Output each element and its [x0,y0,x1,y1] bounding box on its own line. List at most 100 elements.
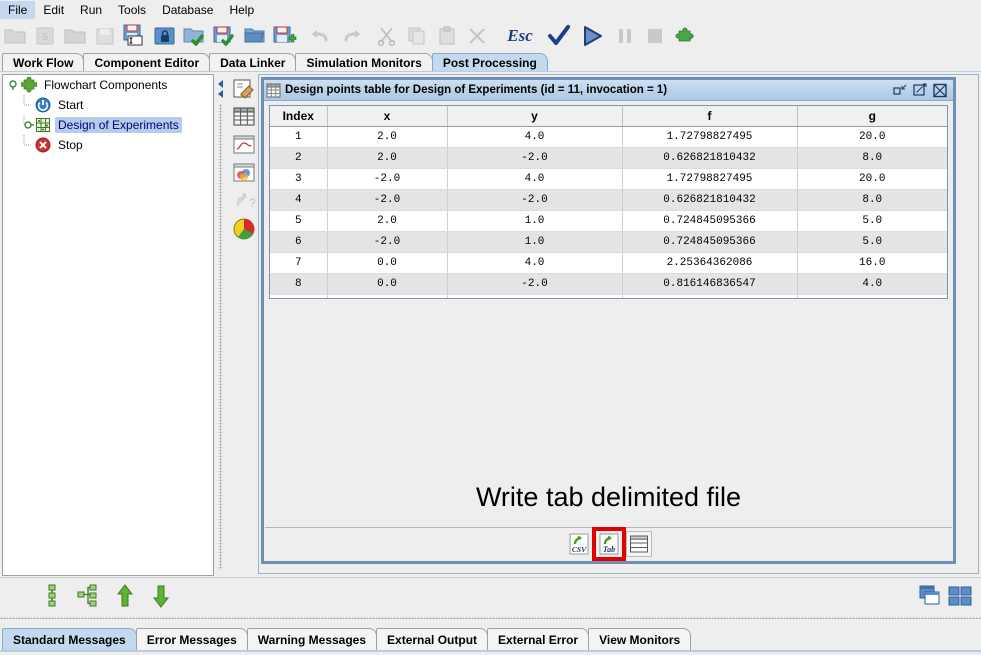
open-blue-folder-icon[interactable] [240,21,270,51]
check-icon[interactable] [542,21,576,51]
pie-chart-icon[interactable] [231,216,257,242]
application-window: File Edit Run Tools Database Help S Esc … [0,0,981,655]
tree-node-label: Design of Experiments [55,117,182,133]
color-chart-icon[interactable] [231,160,257,186]
tab-work-flow[interactable]: Work Flow [2,53,85,72]
tree-node-design-of-experiments[interactable]: Design of Experiments [3,115,213,135]
cell-x: -2.0 [327,168,448,190]
table-row[interactable]: 8 0.0 -2.0 0.816146836547 4.0 [270,273,947,295]
table-row[interactable]: 6 -2.0 1.0 0.724845095366 5.0 [270,231,947,253]
table-row[interactable]: 3 -2.0 4.0 1.72798827495 20.0 [270,168,947,190]
minimize-icon[interactable] [892,83,908,98]
tab-data-linker[interactable]: Data Linker [209,53,297,72]
table-row[interactable]: 2 2.0 -2.0 0.626821810432 8.0 [270,147,947,169]
paste-icon[interactable] [432,21,462,51]
tab-component-editor[interactable]: Component Editor [83,53,211,72]
tree-node-flowchart-components[interactable]: Flowchart Components [3,75,213,95]
write-csv-button[interactable]: CSV [566,531,592,557]
cell-x: 2.0 [327,126,448,148]
column-header-index[interactable]: Index [270,106,328,127]
cell-index: 3 [270,168,328,190]
write-tab-button[interactable]: Tab [591,527,626,561]
arrow-down-icon[interactable] [148,582,174,610]
menu-help[interactable]: Help [221,1,262,19]
delete-x-icon[interactable] [462,21,492,51]
table-row[interactable]: 5 2.0 1.0 0.724845095366 5.0 [270,210,947,232]
save-disk-icon[interactable] [90,21,120,51]
maximize-icon[interactable] [912,83,928,98]
undo-icon[interactable] [306,21,336,51]
column-header-y[interactable]: y [447,106,623,127]
divider-collapse-arrows-icon[interactable] [216,78,226,102]
menu-tools[interactable]: Tools [110,1,154,19]
menu-edit[interactable]: Edit [35,1,72,19]
node-chain-icon[interactable] [40,582,66,610]
cell-index: 1 [270,126,328,148]
save-rename-icon[interactable] [120,21,150,51]
tab-view-monitors[interactable]: View Monitors [588,628,692,650]
split-pane-divider[interactable] [214,74,228,574]
table-view-button[interactable] [625,531,652,557]
open-folder-icon[interactable] [60,21,90,51]
tab-external-error[interactable]: External Error [487,628,590,650]
bottom-toolbar [0,577,981,625]
cell-f: 0.724845095366 [622,210,798,232]
column-header-f[interactable]: f [622,106,798,127]
stop-icon[interactable] [640,21,670,51]
tab-external-output[interactable]: External Output [376,628,489,650]
table-row[interactable]: 7 0.0 4.0 2.25364362086 16.0 [270,252,947,274]
cut-icon[interactable] [372,21,402,51]
tree-node-label: Flowchart Components [44,78,168,92]
cell-index: 7 [270,252,328,274]
lock-folder-icon[interactable] [150,21,180,51]
cell-y: -2.0 [447,189,623,211]
tree-node-start[interactable]: Start [3,95,213,115]
tab-standard-messages[interactable]: Standard Messages [2,628,137,650]
plugin-icon[interactable] [670,21,700,51]
new-folder-icon[interactable] [0,21,30,51]
tile-windows-icon[interactable] [947,582,973,610]
divider-grip [219,104,222,570]
menu-database[interactable]: Database [154,1,221,19]
copy-icon[interactable] [402,21,432,51]
menu-run[interactable]: Run [72,1,110,19]
pause-icon[interactable] [610,21,640,51]
menu-file[interactable]: File [0,0,36,19]
cell-g: 5.0 [797,231,947,253]
play-icon[interactable] [576,21,610,51]
design-points-table: Index x y f g 1 2.0 4.0 1.72798827495 20… [270,106,947,298]
help-hand-icon[interactable]: ? [231,188,257,214]
arrow-up-icon[interactable] [112,582,138,610]
column-header-x[interactable]: x [327,106,448,127]
close-icon[interactable] [932,83,948,98]
tab-post-processing[interactable]: Post Processing [431,53,548,72]
svg-text:Tab: Tab [602,545,614,554]
collapse-handle-icon[interactable] [21,115,35,135]
cell-f: 0.626821810432 [622,189,798,211]
cascade-windows-icon[interactable] [917,582,943,610]
save-add-icon[interactable] [270,21,300,51]
tab-error-messages[interactable]: Error Messages [135,628,248,650]
edit-report-icon[interactable] [231,76,257,102]
window-title-bar[interactable]: Design points table for Design of Experi… [264,80,953,101]
table-row[interactable]: 1 2.0 4.0 1.72798827495 20.0 [270,126,947,148]
svg-text:S: S [42,31,48,43]
cell-f: 0.816146836547 [622,273,798,295]
esc-icon[interactable]: Esc [498,21,542,51]
post-processing-desktop: Design points table for Design of Experi… [258,74,979,574]
tab-warning-messages[interactable]: Warning Messages [246,628,378,650]
redo-icon[interactable] [336,21,366,51]
table-row[interactable]: 4 -2.0 -2.0 0.626821810432 8.0 [270,189,947,211]
save-as-icon[interactable]: S [30,21,60,51]
cell-index: 6 [270,231,328,253]
node-tree-icon[interactable] [76,582,102,610]
tab-simulation-monitors[interactable]: Simulation Monitors [295,53,433,72]
tree-node-stop[interactable]: Stop [3,135,213,155]
main-tab-strip: Work Flow Component Editor Data Linker S… [0,52,981,73]
folder-check-icon[interactable] [180,21,210,51]
save-check-icon[interactable] [210,21,240,51]
column-header-g[interactable]: g [797,106,947,127]
data-table-icon[interactable] [231,104,257,130]
expand-handle-icon[interactable] [7,75,21,95]
line-chart-icon[interactable] [231,132,257,158]
